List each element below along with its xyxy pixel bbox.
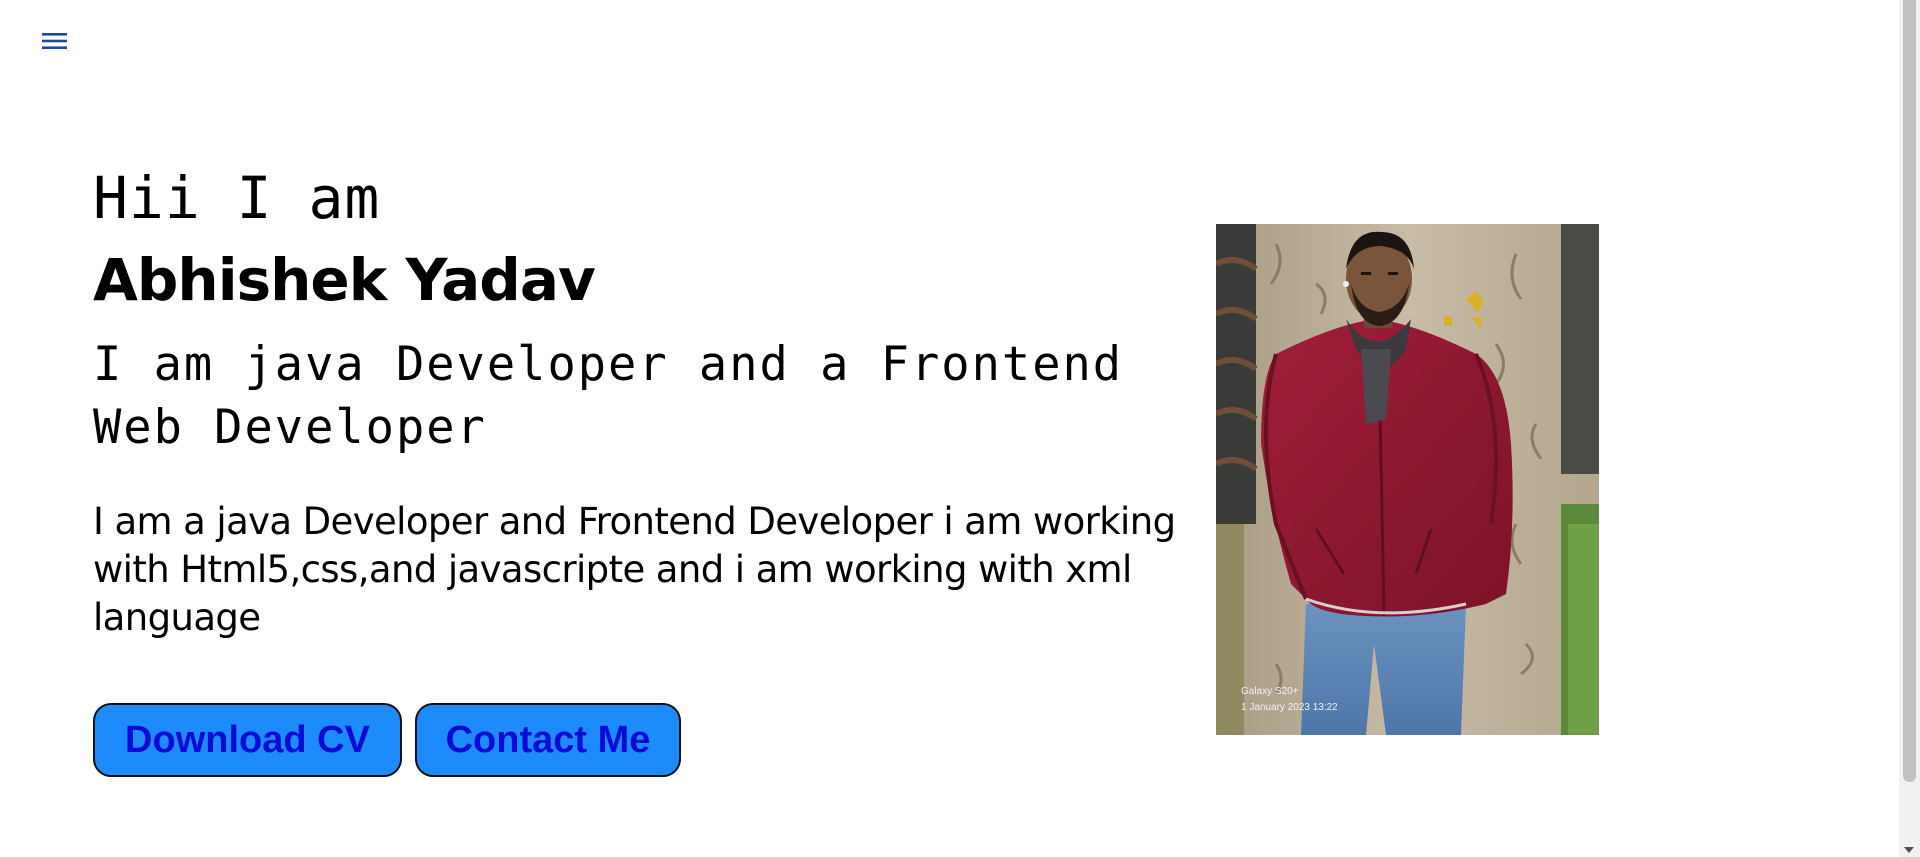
photo-caption-date: 1 January 2023 13:22	[1241, 702, 1338, 713]
scrollbar-thumb[interactable]	[1903, 0, 1916, 782]
contact-me-button[interactable]: Contact Me	[415, 703, 681, 777]
description-text: I am a java Developer and Frontend Devel…	[93, 500, 1176, 639]
action-buttons: Download CV Contact Me	[93, 703, 681, 777]
profile-photo: Galaxy S20+ 1 January 2023 13:22	[1216, 224, 1599, 735]
profile-photo-illustration: Galaxy S20+ 1 January 2023 13:22	[1216, 224, 1599, 735]
role-text: I am java Developer and a Frontend Web D…	[93, 337, 1124, 455]
photo-caption-device: Galaxy S20+	[1241, 686, 1299, 697]
hamburger-menu-button[interactable]	[41, 30, 68, 52]
hamburger-menu-icon	[41, 30, 68, 52]
scroll-down-arrow-icon[interactable]	[1904, 847, 1914, 853]
greeting-text: Hii I am	[93, 164, 381, 232]
profile-name: Abhishek Yadav	[93, 246, 596, 314]
download-cv-button[interactable]: Download CV	[93, 703, 402, 777]
vertical-scrollbar[interactable]	[1899, 0, 1920, 857]
